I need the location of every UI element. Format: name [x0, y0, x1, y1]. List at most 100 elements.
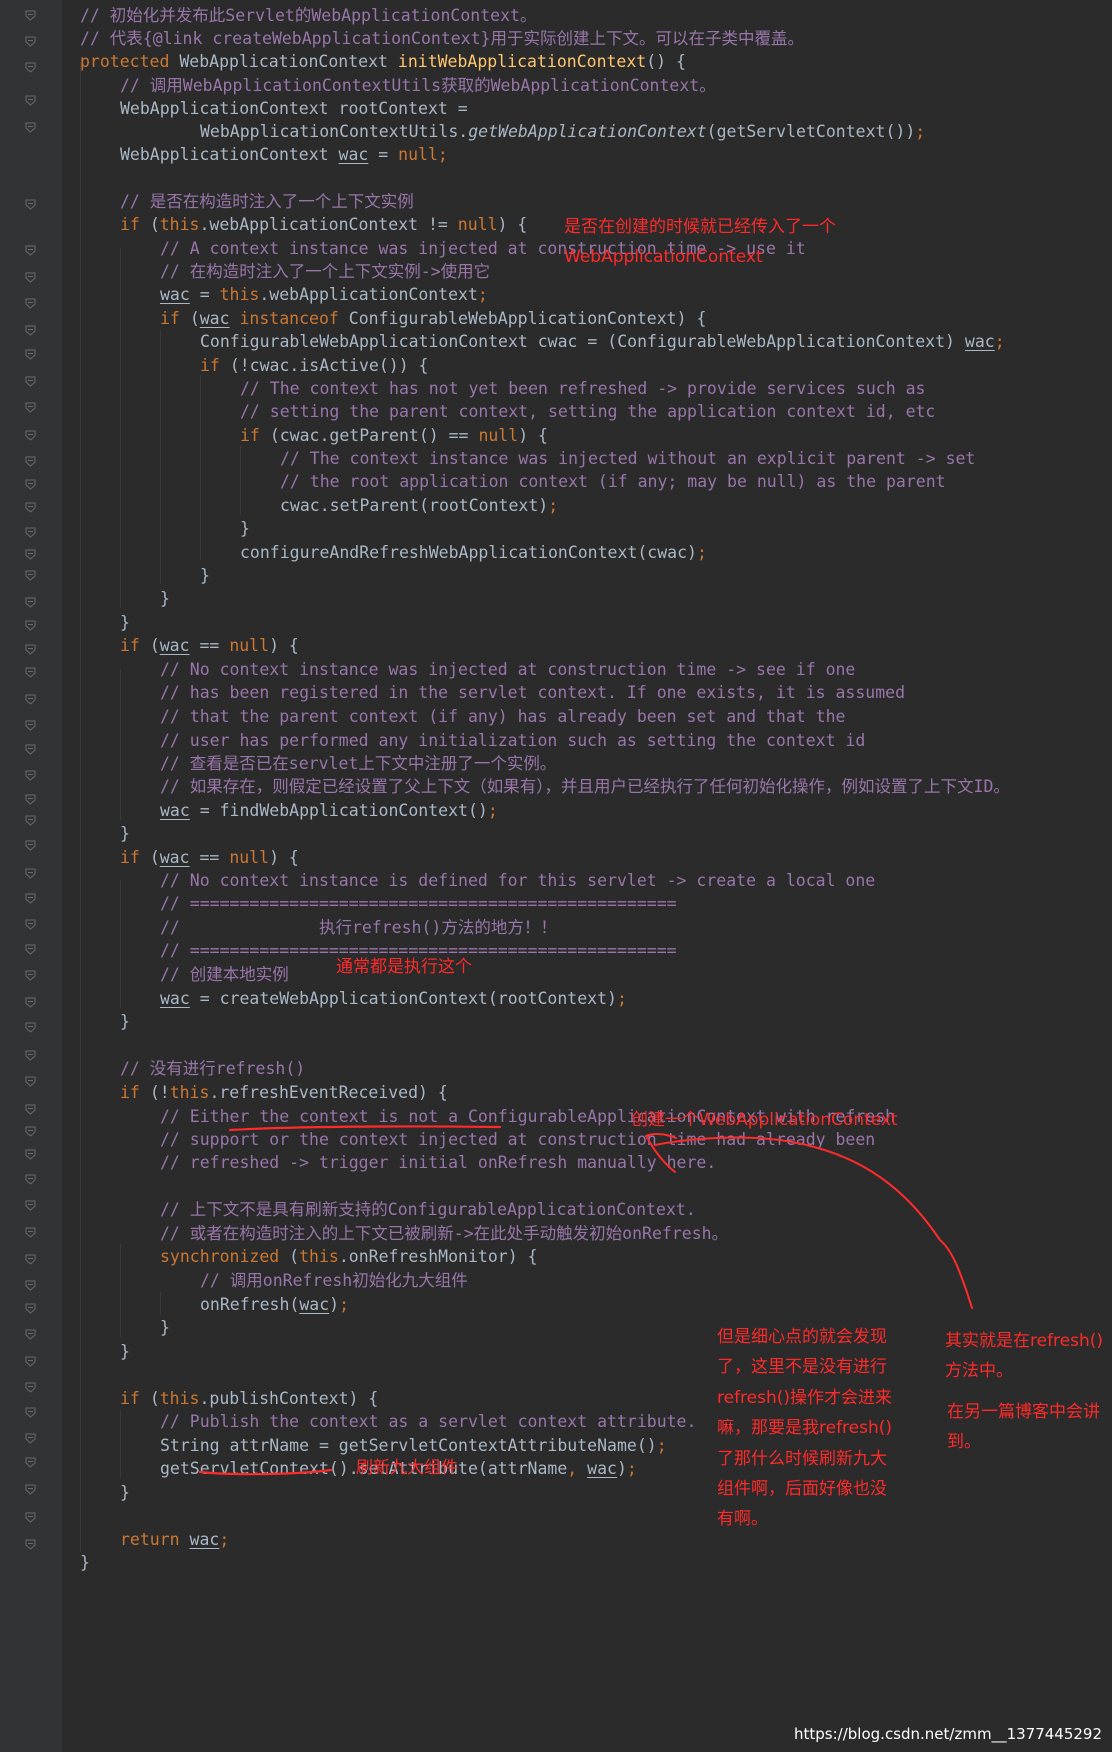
fold-marker-icon[interactable]	[25, 815, 36, 826]
fold-marker-icon[interactable]	[25, 1407, 36, 1418]
fold-marker-icon[interactable]	[25, 430, 36, 441]
code-line: }	[120, 821, 130, 847]
code-token: if	[200, 356, 230, 375]
fold-marker-icon[interactable]	[25, 944, 36, 955]
fold-marker-icon[interactable]	[25, 997, 36, 1008]
annotation-refresh-nine-components: 刷新九大组件	[356, 1458, 458, 1478]
code-token: return	[120, 1530, 190, 1549]
fold-marker-icon[interactable]	[25, 1022, 36, 1033]
code-token: }	[240, 519, 250, 538]
code-line: }	[120, 1339, 130, 1365]
fold-marker-icon[interactable]	[25, 456, 36, 467]
code-line: WebApplicationContext wac = null;	[120, 142, 448, 168]
fold-marker-icon[interactable]	[25, 1329, 36, 1340]
code-token: getWebApplicationContext	[468, 122, 707, 141]
fold-marker-icon[interactable]	[25, 1200, 36, 1211]
fold-marker-icon[interactable]	[25, 893, 36, 904]
code-token: if	[240, 426, 270, 445]
code-line: // has been registered in the servlet co…	[160, 680, 905, 706]
code-token: this	[159, 1389, 200, 1408]
fold-marker-icon[interactable]	[25, 1382, 36, 1393]
fold-marker-icon[interactable]	[25, 1303, 36, 1314]
fold-marker-icon[interactable]	[25, 402, 36, 413]
code-line: }	[120, 1480, 130, 1506]
fold-marker-icon[interactable]	[25, 502, 36, 513]
fold-marker-icon[interactable]	[25, 794, 36, 805]
code-line: // the root application context (if any;…	[280, 469, 946, 495]
fold-marker-icon[interactable]	[25, 840, 36, 851]
fold-marker-icon[interactable]	[25, 770, 36, 781]
fold-marker-icon[interactable]	[25, 325, 36, 336]
fold-marker-icon[interactable]	[25, 1076, 36, 1087]
code-token: WebApplicationContextUtils.	[200, 122, 469, 141]
fold-marker-icon[interactable]	[25, 919, 36, 930]
fold-marker-icon[interactable]	[25, 245, 36, 256]
fold-marker-icon[interactable]	[25, 1254, 36, 1265]
code-token: this	[299, 1247, 339, 1266]
code-token: null;	[398, 145, 448, 164]
fold-marker-icon[interactable]	[25, 1050, 36, 1061]
fold-marker-icon[interactable]	[25, 570, 36, 581]
fold-marker-icon[interactable]	[25, 1227, 36, 1238]
fold-marker-icon[interactable]	[25, 597, 36, 608]
code-token: ;	[656, 1436, 667, 1455]
fold-marker-icon[interactable]	[25, 694, 36, 705]
fold-marker-icon[interactable]	[25, 1149, 36, 1160]
fold-marker-icon[interactable]	[25, 1539, 36, 1550]
fold-marker-icon[interactable]	[25, 95, 36, 106]
fold-marker-icon[interactable]	[25, 644, 36, 655]
code-token: ==	[189, 636, 230, 655]
indent-guide	[120, 880, 121, 1008]
fold-marker-icon[interactable]	[25, 720, 36, 731]
fold-marker-icon[interactable]	[25, 1512, 36, 1523]
code-token: ;	[616, 989, 627, 1008]
code-line: if (this.webApplicationContext != null) …	[120, 212, 527, 238]
code-line: }	[160, 1315, 170, 1341]
code-line: if (wac == null) {	[120, 633, 299, 659]
fold-marker-icon[interactable]	[25, 1356, 36, 1367]
code-token: (	[149, 848, 160, 867]
code-token: // 在构造时注入了一个上下文实例->使用它	[160, 262, 491, 281]
fold-marker-icon[interactable]	[25, 1280, 36, 1291]
fold-marker-icon[interactable]	[25, 1174, 36, 1185]
code-token: // that the parent context (if any) has …	[160, 707, 846, 726]
code-line: cwac.setParent(rootContext);	[280, 493, 558, 519]
fold-marker-icon[interactable]	[25, 527, 36, 538]
fold-marker-icon[interactable]	[25, 1457, 36, 1468]
code-token: }	[200, 566, 210, 585]
fold-marker-icon[interactable]	[25, 1104, 36, 1115]
fold-marker-icon[interactable]	[25, 122, 36, 133]
fold-marker-icon[interactable]	[25, 298, 36, 309]
code-token: null	[229, 636, 270, 655]
code-token: ,	[567, 1459, 588, 1478]
code-token: onRefresh(	[200, 1295, 300, 1314]
code-token: if	[120, 848, 150, 867]
fold-marker-icon[interactable]	[25, 549, 36, 560]
fold-marker-icon[interactable]	[25, 349, 36, 360]
fold-marker-icon[interactable]	[25, 868, 36, 879]
fold-marker-icon[interactable]	[25, 272, 36, 283]
fold-marker-icon[interactable]	[25, 970, 36, 981]
fold-marker-icon[interactable]	[25, 36, 36, 47]
code-token: // The context instance was injected wit…	[280, 449, 976, 468]
watermark: https://blog.csdn.net/zmm__1377445292	[794, 1725, 1102, 1743]
fold-marker-icon[interactable]	[25, 1484, 36, 1495]
fold-marker-icon[interactable]	[25, 10, 36, 21]
fold-marker-icon[interactable]	[25, 744, 36, 755]
fold-marker-icon[interactable]	[25, 62, 36, 73]
code-token: ) {	[269, 848, 299, 867]
code-token: wac	[159, 848, 190, 867]
fold-marker-icon[interactable]	[25, 376, 36, 387]
code-token: wac	[160, 801, 190, 820]
fold-marker-icon[interactable]	[25, 199, 36, 210]
fold-marker-icon[interactable]	[25, 667, 36, 678]
code-line: // 调用onRefresh初始化九大组件	[200, 1268, 468, 1294]
code-token: ;	[994, 332, 1005, 351]
fold-marker-icon[interactable]	[25, 1433, 36, 1444]
code-line: // 如果存在，则假定已经设置了父上下文（如果有），并且用户已经执行了任何初始化…	[160, 774, 1010, 800]
fold-marker-icon[interactable]	[25, 1126, 36, 1137]
code-line: // Publish the context as a servlet cont…	[160, 1409, 696, 1435]
code-token: ConfigurableWebApplicationContext) {	[348, 309, 707, 328]
fold-marker-icon[interactable]	[25, 479, 36, 490]
fold-marker-icon[interactable]	[25, 620, 36, 631]
